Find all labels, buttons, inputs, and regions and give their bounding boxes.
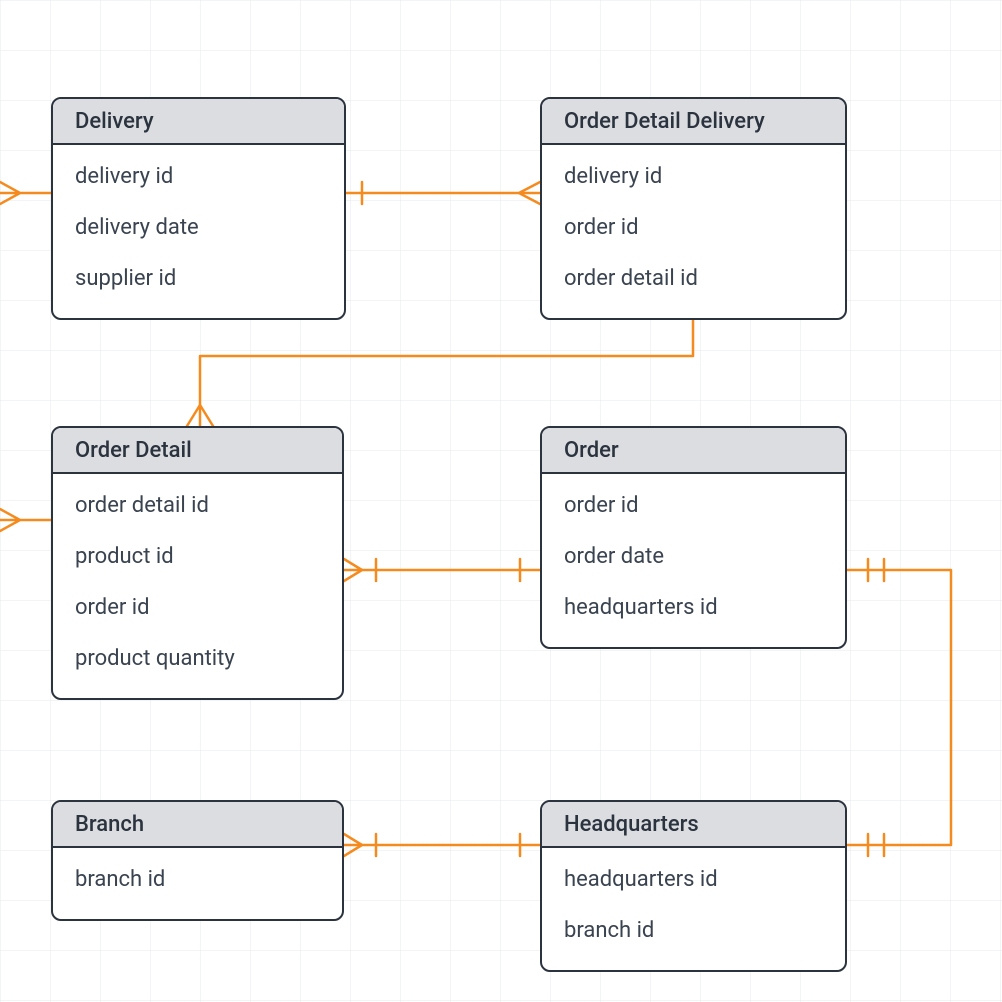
entity-branch[interactable]: Branch branch id bbox=[51, 800, 344, 921]
attribute: order id bbox=[564, 202, 823, 253]
entity-title: Headquarters bbox=[542, 802, 845, 848]
attribute: delivery id bbox=[75, 151, 322, 202]
entity-headquarters[interactable]: Headquarters headquarters id branch id bbox=[540, 800, 847, 972]
attribute: supplier id bbox=[75, 253, 322, 304]
entity-attributes: order detail id product id order id prod… bbox=[53, 474, 342, 698]
attribute: product quantity bbox=[75, 633, 320, 684]
attribute: order id bbox=[564, 480, 823, 531]
connector-orderdetail-left bbox=[0, 509, 51, 531]
attribute: headquarters id bbox=[564, 582, 823, 633]
connector-order-to-headquarters bbox=[847, 570, 951, 845]
entity-order[interactable]: Order order id order date headquarters i… bbox=[540, 426, 847, 649]
entity-title: Delivery bbox=[53, 99, 344, 145]
attribute: delivery date bbox=[75, 202, 322, 253]
attribute: delivery id bbox=[564, 151, 823, 202]
entity-attributes: delivery id delivery date supplier id bbox=[53, 145, 344, 318]
attribute: product id bbox=[75, 531, 320, 582]
connector-delivery-left bbox=[0, 182, 51, 204]
entity-title: Order Detail bbox=[53, 428, 342, 474]
entity-title: Branch bbox=[53, 802, 342, 848]
entity-delivery[interactable]: Delivery delivery id delivery date suppl… bbox=[51, 97, 346, 320]
entity-order-detail-delivery[interactable]: Order Detail Delivery delivery id order … bbox=[540, 97, 847, 320]
entity-attributes: delivery id order id order detail id bbox=[542, 145, 845, 318]
entity-title: Order Detail Delivery bbox=[542, 99, 845, 145]
attribute: order id bbox=[75, 582, 320, 633]
entity-attributes: order id order date headquarters id bbox=[542, 474, 845, 647]
attribute: order detail id bbox=[75, 480, 320, 531]
attribute: branch id bbox=[564, 905, 823, 956]
attribute: headquarters id bbox=[564, 854, 823, 905]
entity-attributes: headquarters id branch id bbox=[542, 848, 845, 970]
entity-attributes: branch id bbox=[53, 848, 342, 919]
er-diagram-canvas: Delivery delivery id delivery date suppl… bbox=[0, 0, 1002, 1002]
attribute: order date bbox=[564, 531, 823, 582]
attribute: order detail id bbox=[564, 253, 823, 304]
entity-title: Order bbox=[542, 428, 845, 474]
attribute: branch id bbox=[75, 854, 320, 905]
entity-order-detail[interactable]: Order Detail order detail id product id … bbox=[51, 426, 344, 700]
